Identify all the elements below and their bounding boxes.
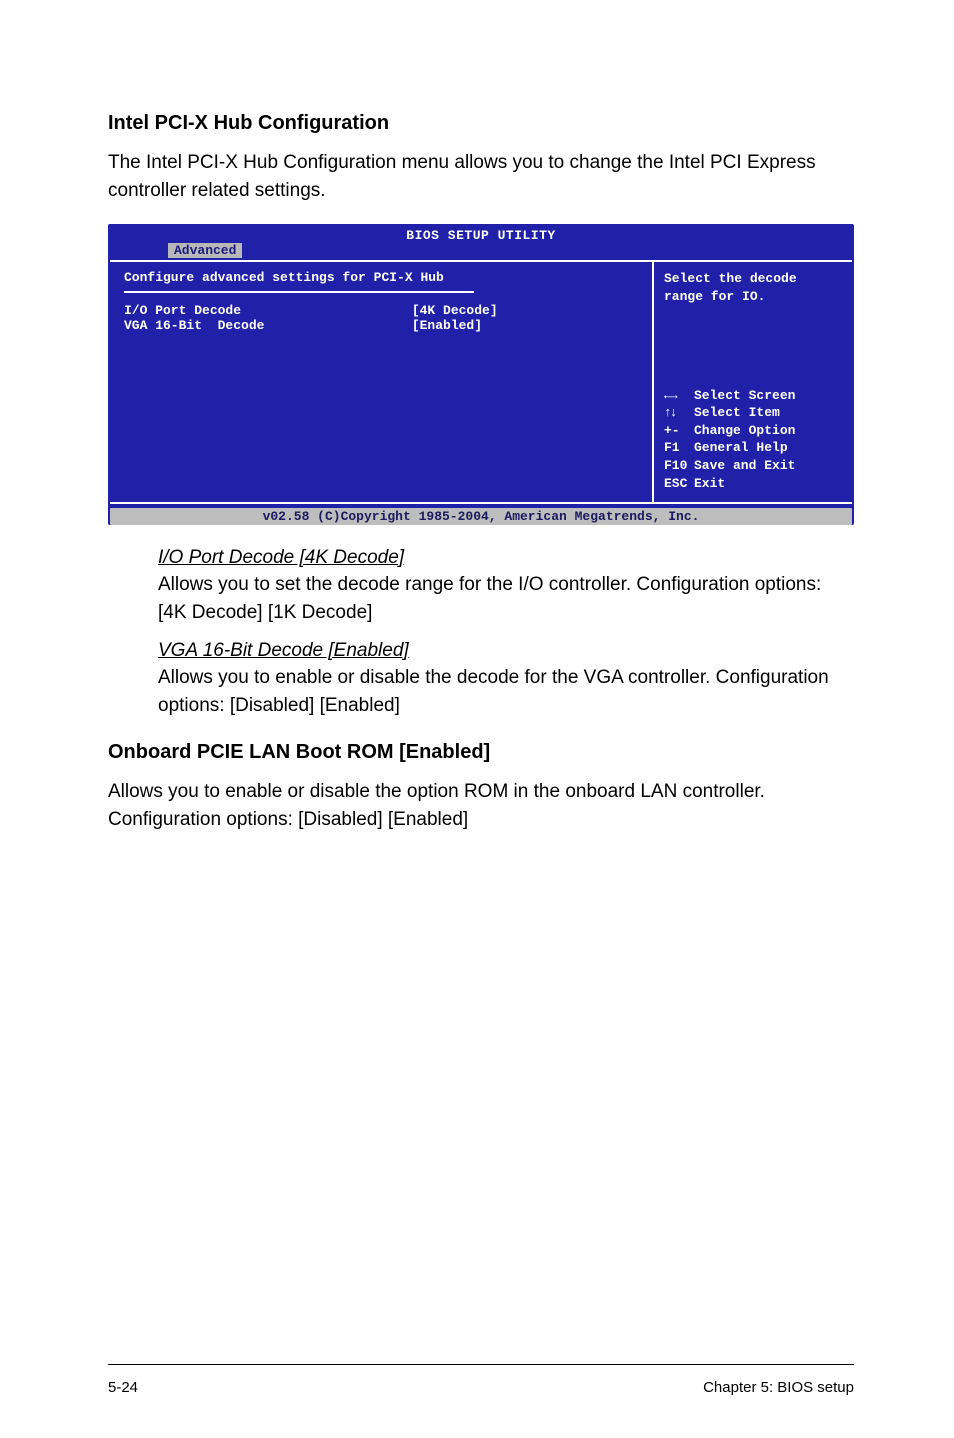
arrow-left-right-icon: [664, 387, 694, 405]
f10-key-icon: F10: [664, 457, 694, 475]
bios-option-io-port-decode[interactable]: I/O Port Decode [4K Decode]: [124, 303, 638, 318]
section-heading: Onboard PCIE LAN Boot ROM [Enabled]: [108, 741, 854, 764]
esc-key-icon: ESC: [664, 475, 694, 493]
bios-title: BIOS SETUP UTILITY: [108, 224, 854, 243]
page-footer: 5-24 Chapter 5: BIOS setup: [108, 1364, 854, 1396]
bios-option-label: VGA 16-Bit Decode: [124, 318, 412, 333]
key-save-exit: F10 Save and Exit: [664, 457, 842, 475]
bios-left-panel: Configure advanced settings for PCI-X Hu…: [110, 262, 652, 502]
bios-window: BIOS SETUP UTILITY Advanced Configure ad…: [108, 224, 854, 525]
bios-tab-bar: Advanced: [108, 243, 854, 260]
section-description: The Intel PCI-X Hub Configuration menu a…: [108, 149, 854, 204]
bios-config-heading: Configure advanced settings for PCI-X Hu…: [124, 270, 638, 285]
section-description: Allows you to enable or disable the opti…: [108, 778, 854, 833]
subitem-title: I/O Port Decode [4K Decode]: [158, 547, 854, 569]
chapter-label: Chapter 5: BIOS setup: [703, 1379, 854, 1396]
bios-option-label: I/O Port Decode: [124, 303, 412, 318]
page-number: 5-24: [108, 1379, 138, 1396]
subitem-title: VGA 16-Bit Decode [Enabled]: [158, 640, 854, 662]
key-exit: ESC Exit: [664, 475, 842, 493]
key-general-help: F1 General Help: [664, 439, 842, 457]
key-select-screen: Select Screen: [664, 387, 842, 405]
f1-key-icon: F1: [664, 439, 694, 457]
key-label: Save and Exit: [694, 457, 795, 475]
bios-key-help: Select Screen Select Item +- Change Opti…: [664, 387, 842, 492]
arrow-up-down-icon: [664, 404, 694, 422]
bios-help-text: Select the decode range for IO.: [664, 270, 842, 305]
bios-option-vga-16bit-decode[interactable]: VGA 16-Bit Decode [Enabled]: [124, 318, 638, 333]
key-select-item: Select Item: [664, 404, 842, 422]
bios-divider: [124, 291, 474, 293]
key-label: Select Item: [694, 404, 780, 422]
bios-tab-advanced[interactable]: Advanced: [168, 243, 242, 258]
bios-option-value: [Enabled]: [412, 318, 482, 333]
bios-right-panel: Select the decode range for IO. Select S…: [652, 262, 852, 502]
key-change-option: +- Change Option: [664, 422, 842, 440]
key-label: General Help: [694, 439, 788, 457]
bios-footer: v02.58 (C)Copyright 1985-2004, American …: [110, 508, 852, 525]
section-heading: Intel PCI-X Hub Configuration: [108, 112, 854, 135]
key-label: Select Screen: [694, 387, 795, 405]
subitem-list: I/O Port Decode [4K Decode] Allows you t…: [158, 547, 854, 719]
key-label: Change Option: [694, 422, 795, 440]
plus-minus-icon: +-: [664, 422, 694, 440]
bios-option-value: [4K Decode]: [412, 303, 498, 318]
subitem-text: Allows you to set the decode range for t…: [158, 571, 854, 626]
subitem-text: Allows you to enable or disable the deco…: [158, 664, 854, 719]
key-label: Exit: [694, 475, 725, 493]
